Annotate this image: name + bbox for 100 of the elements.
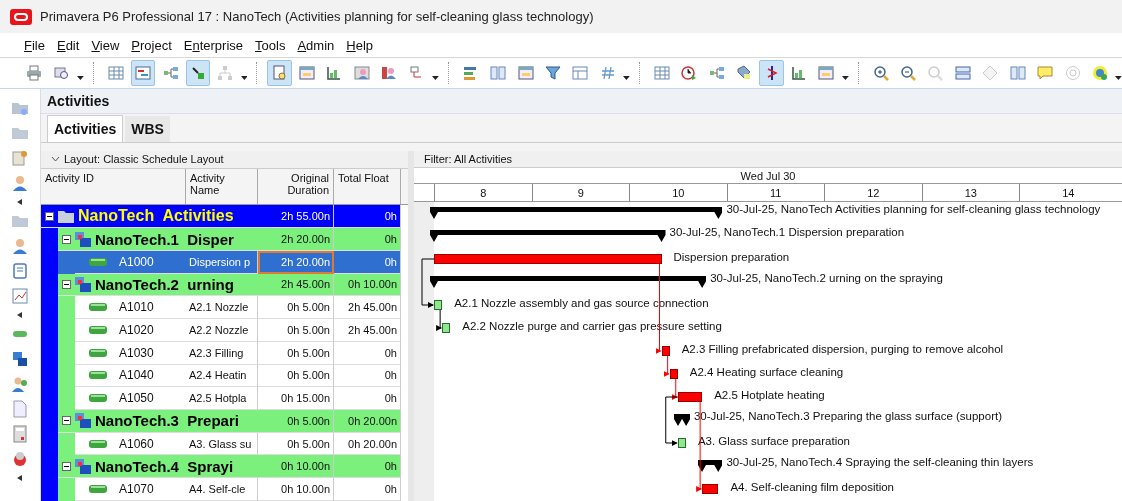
activity-name-cell: A2.2 Nozzle — [186, 319, 258, 342]
toolbar-button[interactable] — [759, 60, 784, 86]
menu-item[interactable]: Project — [127, 35, 176, 55]
activity-name-cell: A2.3 Filling — [186, 341, 258, 365]
activity-name-cell: A2.5 Hotpla — [186, 387, 258, 410]
filter-label: Filter: All Activities — [424, 152, 513, 165]
tab[interactable]: Activities — [47, 115, 124, 142]
float-cell: 0h — [334, 228, 401, 251]
duration-cell: 0h 5.00n — [258, 319, 334, 342]
notes-icon[interactable] — [11, 149, 29, 167]
activity-bar-icon — [89, 257, 107, 266]
activity-id: A1070 — [119, 482, 154, 497]
layout-icon — [572, 65, 589, 81]
window-title: Primavera P6 Professional 17 : NanoTech (Activities planning for self-cleaning glass technology) — [40, 9, 594, 24]
collapse-icon[interactable] — [62, 461, 71, 471]
menu-item[interactable]: Admin — [293, 35, 339, 55]
bar-label: A2.3 Filling prefabricated dispersion, purging to remove alcohol — [681, 343, 1004, 355]
activity-bar[interactable] — [434, 300, 443, 310]
collapse-icon[interactable] — [62, 416, 71, 426]
person-icon[interactable] — [11, 174, 29, 192]
activity-id: A1000 — [119, 254, 154, 269]
app-logo-icon — [10, 8, 32, 25]
float-cell: 0h — [334, 387, 401, 410]
activity-id: A1050 — [119, 391, 154, 406]
activity-id: A1040 — [119, 368, 154, 383]
rows-icon — [954, 65, 971, 81]
float-cell: 0h 10.00n — [334, 273, 401, 297]
table-icon — [654, 65, 671, 81]
activity-name-cell: A2.1 Nozzle — [186, 296, 258, 320]
bars-icon — [462, 65, 479, 81]
globe-icon[interactable] — [11, 450, 29, 468]
activity-bar-icon — [89, 485, 107, 494]
wbs-name: NanoTech.4 Sprayi — [95, 457, 234, 475]
collapse-icon[interactable] — [62, 279, 71, 289]
activity-bar-icon — [89, 394, 107, 403]
chart-icon[interactable] — [11, 287, 29, 305]
hour-header: 13 — [921, 184, 1019, 201]
duration-cell: 2h 55.00n — [258, 205, 334, 229]
bar-label: 30-Jul-25, NanoTech.4 Spraying the self-cleaning thin layers — [726, 456, 1034, 468]
indent-band — [41, 478, 58, 501]
float-cell: 0h — [334, 455, 401, 479]
activity-bar-icon — [89, 439, 107, 448]
menu-item[interactable]: Tools — [251, 35, 290, 55]
activity-bar[interactable] — [661, 346, 670, 356]
duration-cell: 0h 5.00n — [258, 296, 334, 320]
document-search-icon — [271, 65, 288, 81]
column-header[interactable]: Original Duration — [258, 168, 334, 205]
menu-item[interactable]: Help — [342, 35, 378, 55]
column-header[interactable]: Activity Name — [186, 168, 258, 205]
activity-bar-icon — [89, 303, 107, 312]
duration-cell: 2h 20.00n — [258, 250, 334, 274]
duration-cell: 0h 10.00n — [258, 455, 334, 479]
activity-name-cell: A2.4 Heatin — [186, 364, 258, 388]
people-icon[interactable] — [11, 375, 29, 393]
wbs-name: NanoTech.1 Disper — [95, 230, 234, 248]
activity-id: A1030 — [119, 345, 154, 360]
menu-item[interactable]: Edit — [52, 35, 84, 55]
filter-icon — [545, 65, 562, 81]
menu-item[interactable]: File — [20, 35, 49, 55]
activity-bar[interactable] — [702, 484, 719, 494]
activity-id: A1060 — [119, 436, 154, 451]
menu-item[interactable]: Enterprise — [179, 35, 248, 55]
activity-id: A1020 — [119, 322, 154, 337]
window-icon — [517, 65, 534, 81]
caret-icon — [1115, 76, 1122, 80]
person-icon[interactable] — [11, 237, 29, 255]
activity-bar[interactable] — [677, 392, 703, 402]
layout-bar[interactable]: Layout: Classic Schedule Layout — [41, 151, 408, 169]
activity-bar-icon — [89, 325, 107, 334]
calculator-icon[interactable] — [11, 425, 29, 443]
activity-bar[interactable] — [669, 369, 678, 379]
activity-bar[interactable] — [442, 323, 451, 333]
network-icon — [708, 65, 725, 81]
tab[interactable]: WBS — [125, 116, 170, 142]
notebook-icon[interactable] — [11, 262, 29, 280]
float-cell: 0h — [334, 341, 401, 365]
gantt-icon — [135, 65, 152, 81]
wbs-icon — [75, 413, 91, 429]
hierarchy-icon — [217, 65, 234, 81]
wbs-icon[interactable] — [11, 350, 29, 368]
hour-header: 9 — [531, 184, 629, 201]
column-header[interactable]: Activity ID — [41, 168, 186, 205]
activity-bar[interactable] — [677, 438, 686, 448]
collapse-icon[interactable] — [45, 211, 54, 221]
caret-icon — [240, 76, 248, 80]
help-icon — [1064, 65, 1081, 81]
zoom-out-icon — [900, 65, 917, 81]
columns-icon — [490, 65, 507, 81]
menu-item[interactable]: View — [87, 35, 124, 55]
window-icon — [818, 65, 835, 81]
bar-label: 30-Jul-25, NanoTech.2 urning on the spraying — [710, 272, 943, 284]
chart-icon — [791, 65, 808, 81]
bar-label: 30-Jul-25, NanoTech Activities planning for self-cleaning glass technology — [726, 203, 1101, 215]
magnifier-icon — [927, 65, 944, 81]
filter-bar[interactable]: Filter: All Activities — [414, 151, 1122, 168]
column-header[interactable]: Total Float — [334, 168, 401, 205]
collapse-icon[interactable] — [62, 234, 71, 244]
document-icon[interactable] — [11, 400, 29, 418]
float-cell: 0h 20.00n — [334, 432, 401, 456]
print-icon — [26, 65, 43, 81]
